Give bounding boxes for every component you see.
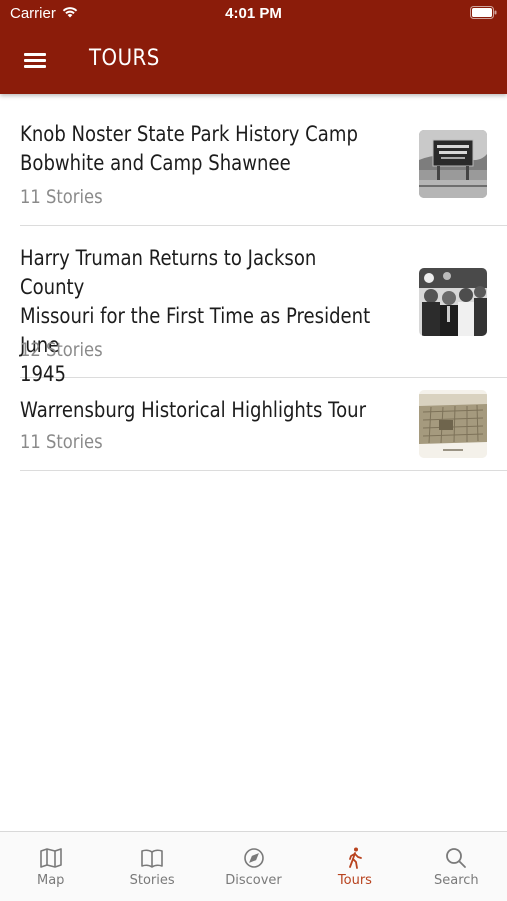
tour-title: Harry Truman Returns to Jackson County M… bbox=[20, 246, 371, 386]
park-sign-photo bbox=[419, 130, 487, 198]
tab-label: Stories bbox=[129, 873, 175, 888]
walking-person-icon bbox=[349, 847, 362, 869]
tour-story-count: 12 Stories bbox=[20, 339, 103, 361]
tour-list-item[interactable]: Knob Noster State Park History Camp Bobw… bbox=[20, 94, 507, 226]
page-title: TOURS bbox=[89, 46, 160, 71]
battery-icon bbox=[470, 6, 497, 19]
status-bar: Carrier 4:01 PM bbox=[0, 0, 507, 28]
tab-tours[interactable]: Tours bbox=[304, 832, 405, 901]
status-time: 4:01 PM bbox=[225, 5, 282, 22]
tab-label: Map bbox=[36, 873, 65, 888]
app-header: Carrier 4:01 PM TOURS bbox=[0, 0, 507, 94]
nav-bar: TOURS bbox=[0, 28, 507, 94]
book-icon bbox=[141, 849, 163, 868]
hamburger-menu-icon[interactable] bbox=[22, 48, 48, 72]
map-icon bbox=[39, 848, 62, 868]
truman-group-photo bbox=[419, 268, 487, 336]
tour-story-count: 11 Stories bbox=[20, 186, 103, 208]
tab-map[interactable]: Map bbox=[0, 832, 101, 901]
tour-list-item[interactable]: Warrensburg Historical Highlights Tour 1… bbox=[20, 378, 507, 471]
tab-discover[interactable]: Discover bbox=[203, 832, 304, 901]
tour-list: Knob Noster State Park History Camp Bobw… bbox=[0, 94, 507, 471]
tour-title: Warrensburg Historical Highlights Tour bbox=[20, 398, 367, 422]
tab-label: Discover bbox=[225, 873, 282, 888]
tour-list-item[interactable]: Harry Truman Returns to Jackson County M… bbox=[20, 226, 507, 386]
tour-story-count: 11 Stories bbox=[20, 431, 103, 453]
tab-label: Tours bbox=[337, 873, 372, 888]
tab-label: Search bbox=[433, 873, 479, 888]
town-map-illustration bbox=[419, 390, 487, 458]
tab-search[interactable]: Search bbox=[406, 832, 507, 901]
tour-title: Knob Noster State Park History Camp Bobw… bbox=[20, 122, 358, 175]
tab-bar: Map Stories Discover Tours Search bbox=[0, 831, 507, 901]
tab-stories[interactable]: Stories bbox=[101, 832, 202, 901]
search-icon bbox=[446, 848, 467, 868]
compass-icon bbox=[243, 848, 264, 868]
